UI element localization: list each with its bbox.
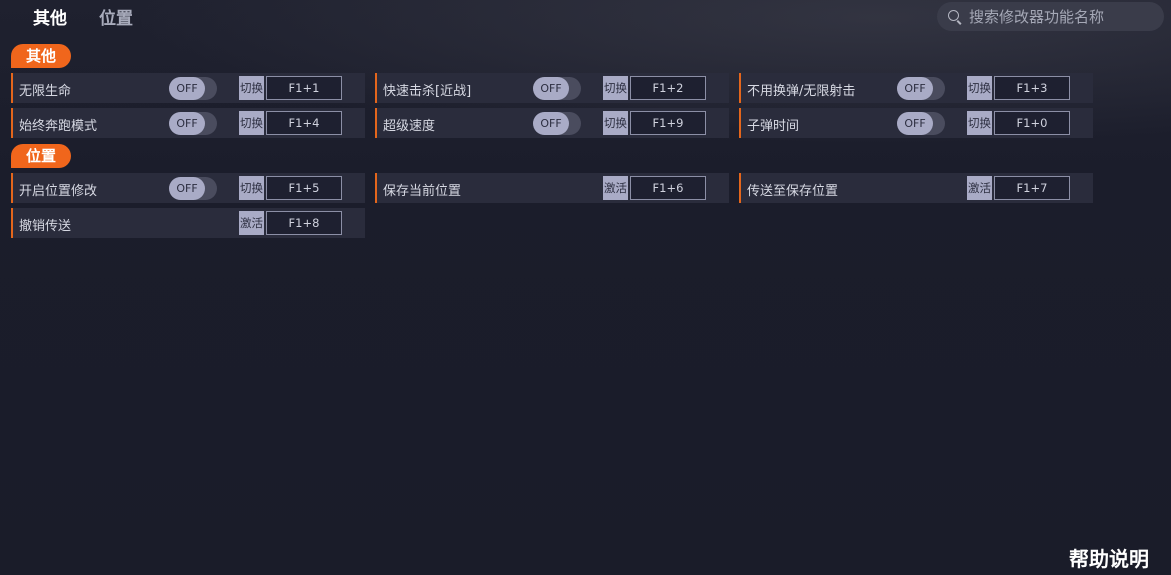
hotkey-action-label: 激活 [967,176,992,200]
toggle-state: OFF [533,112,569,135]
cheat-label: 传送至保存位置 [747,184,839,199]
hotkey-field[interactable]: F1+3 [994,76,1070,100]
cheat-row-quick-kill: 快速击杀[近战] OFF 切换 F1+2 [375,73,729,103]
tab-other[interactable]: 其他 [33,4,67,29]
trainer-window: 其他 位置 其他 无限生命 OFF 切换 F1+1 快速击杀[近战] OFF 切… [0,0,1171,575]
toggle-state: OFF [897,77,933,100]
toggle-state: OFF [897,112,933,135]
cheat-label: 始终奔跑模式 [19,119,98,134]
search-icon [948,10,959,21]
cheat-label: 保存当前位置 [383,184,462,199]
toggle-state: OFF [169,112,205,135]
toggle-switch[interactable]: OFF [169,112,217,135]
cheat-label: 撤销传送 [19,219,72,234]
hotkey-field[interactable]: F1+4 [266,111,342,135]
toggle-switch[interactable]: OFF [897,112,945,135]
cheat-label: 不用换弹/无限射击 [747,84,856,99]
cheat-row-infinite-health: 无限生命 OFF 切换 F1+1 [11,73,365,103]
toggle-switch[interactable]: OFF [169,77,217,100]
cheat-label: 无限生命 [19,84,72,99]
cheat-row-super-speed: 超级速度 OFF 切换 F1+9 [375,108,729,138]
cheat-row-bullet-time: 子弹时间 OFF 切换 F1+0 [739,108,1093,138]
section-title-other: 其他 [11,44,72,68]
hotkey-field[interactable]: F1+2 [630,76,706,100]
hotkey-field[interactable]: F1+9 [630,111,706,135]
tab-position[interactable]: 位置 [99,4,133,29]
hotkey-field[interactable]: F1+7 [994,176,1070,200]
cheat-label: 开启位置修改 [19,184,98,199]
hotkey-action-label: 激活 [239,211,264,235]
toggle-switch[interactable]: OFF [897,77,945,100]
cheat-row-undo-teleport: 撤销传送 激活 F1+8 [11,208,365,238]
hotkey-action-label: 切换 [603,111,628,135]
section-title-position: 位置 [11,144,72,168]
toggle-switch[interactable]: OFF [169,177,217,200]
hotkey-action-label: 切换 [967,76,992,100]
help-button[interactable]: 帮助说明 [1069,543,1149,572]
cheat-label: 快速击杀[近战] [383,84,472,99]
hotkey-field[interactable]: F1+1 [266,76,342,100]
cheat-label: 子弹时间 [747,119,800,134]
hotkey-action-label: 切换 [239,111,264,135]
hotkey-action-label: 切换 [603,76,628,100]
toggle-state: OFF [169,77,205,100]
hotkey-field[interactable]: F1+8 [266,211,342,235]
search-bar[interactable] [937,2,1164,31]
cheat-row-enable-position-edit: 开启位置修改 OFF 切换 F1+5 [11,173,365,203]
toggle-switch[interactable]: OFF [533,112,581,135]
cheat-row-save-position: 保存当前位置 激活 F1+6 [375,173,729,203]
cheat-row-teleport-to-saved: 传送至保存位置 激活 F1+7 [739,173,1093,203]
hotkey-field[interactable]: F1+6 [630,176,706,200]
hotkey-field[interactable]: F1+5 [266,176,342,200]
cheat-row-always-run: 始终奔跑模式 OFF 切换 F1+4 [11,108,365,138]
top-bar: 其他 位置 [0,0,1171,34]
toggle-state: OFF [169,177,205,200]
hotkey-field[interactable]: F1+0 [994,111,1070,135]
toggle-switch[interactable]: OFF [533,77,581,100]
search-input[interactable] [969,6,1159,27]
hotkey-action-label: 切换 [239,176,264,200]
hotkey-action-label: 切换 [967,111,992,135]
toggle-state: OFF [533,77,569,100]
cheat-label: 超级速度 [383,119,436,134]
hotkey-action-label: 切换 [239,76,264,100]
cheat-row-no-reload: 不用换弹/无限射击 OFF 切换 F1+3 [739,73,1093,103]
hotkey-action-label: 激活 [603,176,628,200]
